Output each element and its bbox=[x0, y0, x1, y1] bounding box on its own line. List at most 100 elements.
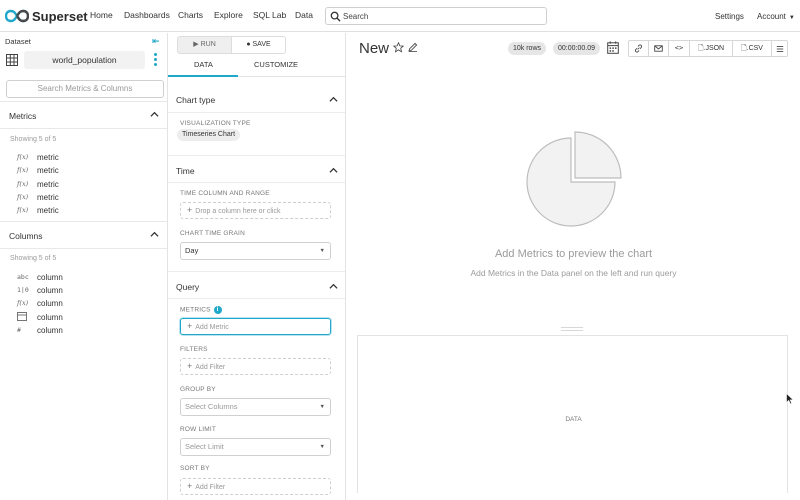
metrics-label: METRICS i bbox=[180, 306, 222, 314]
nav-sql-lab[interactable]: SQL Lab bbox=[253, 10, 286, 20]
nav-explore[interactable]: Explore bbox=[214, 10, 243, 20]
table-icon bbox=[6, 54, 18, 66]
metrics-columns-search[interactable]: Search Metrics & Columns bbox=[6, 80, 164, 98]
chevron-up-icon bbox=[150, 111, 159, 117]
global-search[interactable] bbox=[325, 7, 547, 25]
function-icon: f(x) bbox=[17, 180, 29, 188]
nav-charts[interactable]: Charts bbox=[178, 10, 203, 20]
metrics-count: Showing 5 of 5 bbox=[10, 136, 57, 143]
plus-icon: + bbox=[187, 205, 193, 215]
metrics-section-header[interactable]: Metrics bbox=[0, 101, 167, 129]
empty-state-subtitle: Add Metrics in the Data panel on the lef… bbox=[470, 268, 677, 278]
columns-section-title: Columns bbox=[9, 231, 43, 241]
row-count-badge: 10k rows bbox=[508, 42, 547, 55]
metrics-section-title: Metrics bbox=[9, 111, 37, 121]
top-navbar: Superset Home Dashboards Charts Explore … bbox=[0, 0, 800, 32]
boolean-type-icon: 1|0 bbox=[17, 286, 29, 294]
save-button[interactable]: ● SAVE bbox=[231, 36, 286, 54]
chart-type-section-header[interactable]: Chart type bbox=[168, 85, 345, 113]
mail-icon bbox=[654, 45, 663, 52]
more-actions-button[interactable] bbox=[771, 40, 788, 57]
dataset-panel: Dataset ⇤ world_population Search Metric… bbox=[0, 33, 168, 500]
dataset-name[interactable]: world_population bbox=[24, 51, 145, 69]
link-icon bbox=[635, 44, 642, 53]
menu-icon bbox=[776, 46, 783, 52]
list-item[interactable]: f(x) metric bbox=[17, 191, 59, 203]
time-grain-select[interactable]: Day ▼ bbox=[180, 242, 331, 260]
infinity-logo-icon bbox=[5, 9, 29, 23]
query-section-header[interactable]: Query bbox=[168, 271, 345, 299]
star-icon[interactable] bbox=[393, 42, 404, 53]
export-csv-button[interactable]: 🗋.CSV bbox=[732, 40, 772, 57]
calendar-icon bbox=[17, 311, 33, 323]
function-icon: f(x) bbox=[17, 166, 29, 174]
more-vertical-icon[interactable] bbox=[153, 53, 158, 67]
list-item[interactable]: abc column bbox=[17, 271, 63, 283]
edit-icon[interactable] bbox=[408, 42, 418, 52]
viz-type-selector[interactable]: Timeseries Chart bbox=[177, 129, 241, 141]
tab-customize[interactable]: CUSTOMIZE bbox=[254, 60, 298, 69]
calendar-icon[interactable] bbox=[607, 41, 619, 54]
function-icon: f(x) bbox=[17, 193, 29, 201]
resize-handle[interactable] bbox=[561, 327, 583, 331]
empty-chart-pie-icon bbox=[526, 131, 622, 227]
active-tab-indicator bbox=[168, 75, 238, 77]
list-item[interactable]: f(x) metric bbox=[17, 204, 59, 216]
list-item[interactable]: # column bbox=[17, 324, 63, 336]
account-label: Account bbox=[757, 12, 786, 21]
caret-down-icon: ▼ bbox=[319, 444, 325, 450]
caret-down-icon: ▼ bbox=[319, 248, 325, 254]
function-icon: f(x) bbox=[17, 299, 29, 307]
time-column-dropzone[interactable]: + Drop a column here or click bbox=[180, 202, 331, 219]
empty-state-title: Add Metrics to preview the chart bbox=[494, 248, 653, 260]
chart-title[interactable]: New bbox=[359, 40, 389, 57]
embed-code-button[interactable]: <> bbox=[668, 40, 690, 57]
copy-link-button[interactable] bbox=[628, 40, 649, 57]
chevron-up-icon bbox=[329, 167, 338, 173]
list-item[interactable]: column bbox=[17, 311, 63, 323]
nav-dashboards[interactable]: Dashboards bbox=[124, 10, 170, 20]
collapse-panel-icon[interactable]: ⇤ bbox=[152, 36, 160, 47]
sort-by-dropzone[interactable]: + Add Filter bbox=[180, 478, 331, 495]
list-item[interactable]: 1|0 column bbox=[17, 284, 63, 296]
settings-menu[interactable]: Settings bbox=[715, 12, 744, 21]
chart-panel: New 10k rows 00:00:00.09 <> 🗋.JSON 🗋.CSV… bbox=[347, 33, 800, 500]
export-json-button[interactable]: 🗋.JSON bbox=[689, 40, 733, 57]
run-button[interactable]: ▶ RUN bbox=[177, 36, 232, 54]
plus-icon: + bbox=[187, 361, 193, 371]
play-icon: ▶ bbox=[193, 41, 199, 48]
columns-section-header[interactable]: Columns bbox=[0, 221, 167, 249]
time-column-label: TIME COLUMN AND RANGE bbox=[180, 190, 270, 197]
caret-down-icon: ▼ bbox=[319, 404, 325, 410]
time-section-header[interactable]: Time bbox=[168, 155, 345, 183]
chevron-up-icon bbox=[150, 231, 159, 237]
nav-data[interactable]: Data bbox=[295, 10, 313, 20]
info-icon[interactable]: i bbox=[213, 306, 222, 314]
group-by-select[interactable]: Select Columns ▼ bbox=[180, 398, 331, 416]
function-icon: f(x) bbox=[17, 153, 29, 161]
list-item[interactable]: f(x) metric bbox=[17, 178, 59, 190]
chevron-up-icon bbox=[329, 96, 338, 102]
tab-data[interactable]: DATA bbox=[194, 60, 213, 69]
filters-dropzone[interactable]: + Add Filter bbox=[180, 358, 331, 375]
share-email-button[interactable] bbox=[648, 40, 669, 57]
account-menu[interactable]: Account ▼ bbox=[757, 12, 795, 21]
search-input[interactable] bbox=[343, 10, 543, 22]
metrics-dropzone[interactable]: + Add Metric bbox=[180, 318, 331, 335]
row-limit-select[interactable]: Select Limit ▼ bbox=[180, 438, 331, 456]
superset-logo[interactable]: Superset bbox=[5, 8, 88, 24]
time-grain-label: CHART TIME GRAIN bbox=[180, 230, 245, 237]
data-pane: DATA bbox=[357, 335, 788, 493]
nav-home[interactable]: Home bbox=[90, 10, 113, 20]
code-icon: <> bbox=[674, 44, 684, 52]
list-item[interactable]: f(x) metric bbox=[17, 151, 59, 163]
group-by-label: GROUP BY bbox=[180, 386, 216, 393]
brand-name: Superset bbox=[32, 8, 88, 24]
list-item[interactable]: f(x) column bbox=[17, 297, 63, 309]
plus-icon: + bbox=[187, 321, 193, 331]
list-item[interactable]: f(x) metric bbox=[17, 164, 59, 176]
search-icon bbox=[330, 11, 341, 22]
filters-label: FILTERS bbox=[180, 346, 208, 353]
numeric-type-icon: # bbox=[17, 326, 21, 334]
columns-count: Showing 5 of 5 bbox=[10, 255, 57, 262]
